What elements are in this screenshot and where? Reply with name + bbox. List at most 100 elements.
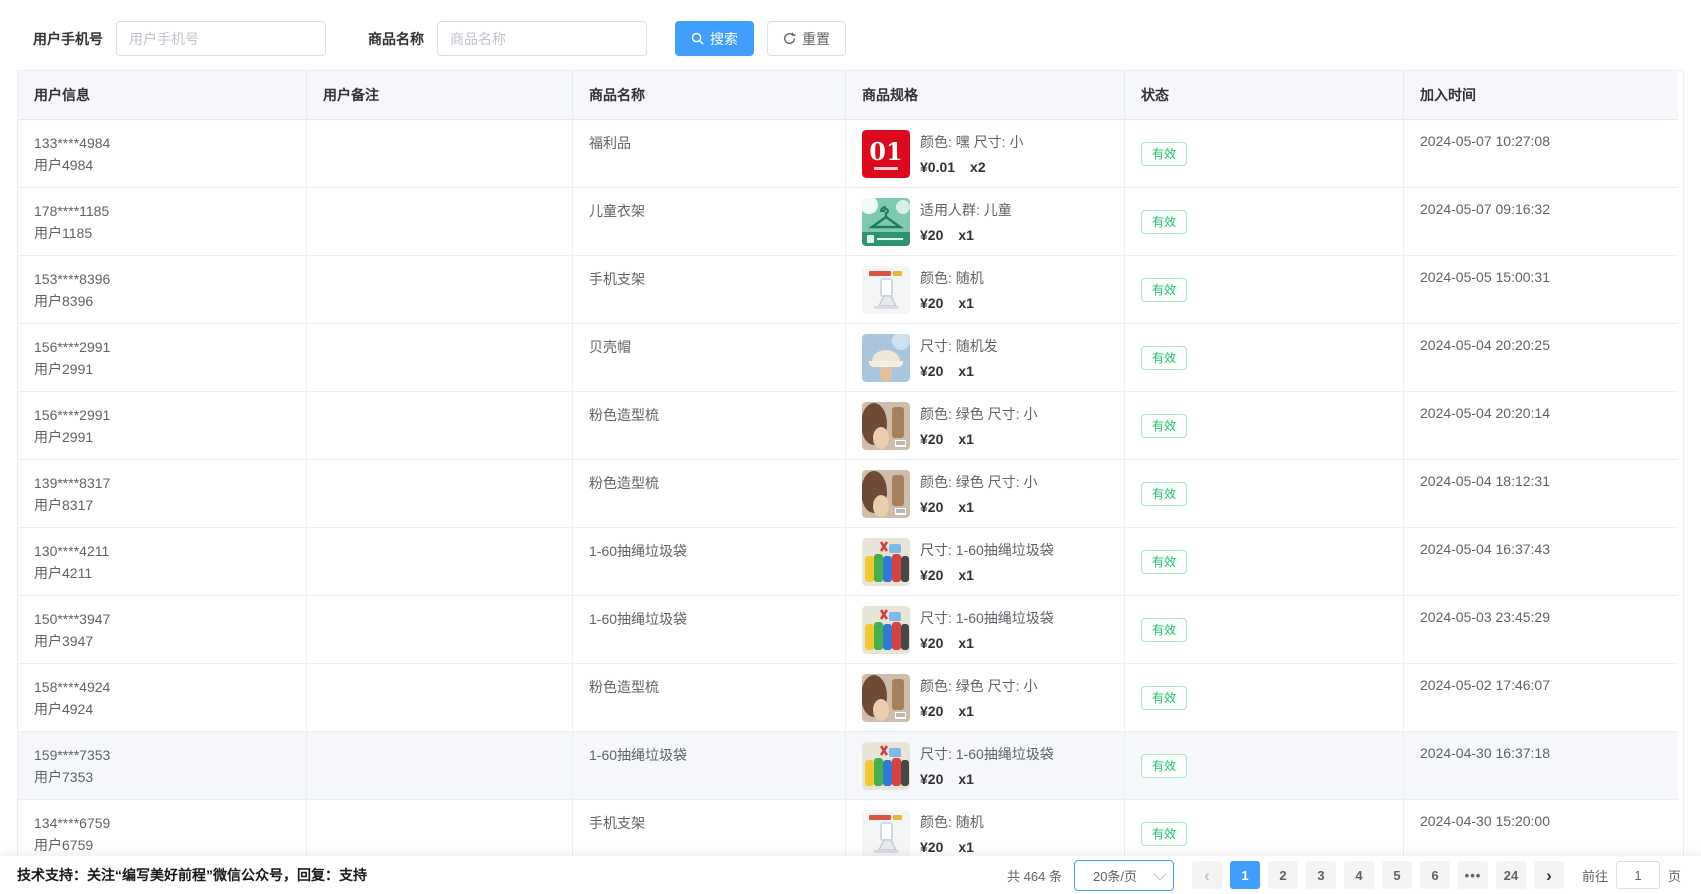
user-info-cell: 139****8317 用户8317 <box>18 460 307 528</box>
spec-text: 颜色: 嘿 尺寸: 小 <box>920 132 1023 152</box>
pager-page-6[interactable]: 6 <box>1420 861 1450 889</box>
reset-button[interactable]: 重置 <box>767 21 846 56</box>
quantity: x1 <box>958 635 974 651</box>
user-remark-cell <box>307 188 573 256</box>
col-header-product-name: 商品名称 <box>573 71 846 120</box>
status-cell: 有效 <box>1125 120 1404 188</box>
product-spec-cell: 尺寸: 1-60抽绳垃圾袋 ¥20x1 <box>846 528 1125 596</box>
user-phone: 134****6759 <box>34 813 290 834</box>
product-thumbnail[interactable] <box>862 334 910 382</box>
page-size-select[interactable]: 20条/页 <box>1074 860 1174 891</box>
product-thumbnail[interactable] <box>862 198 910 246</box>
product-thumbnail[interactable] <box>862 742 910 790</box>
pager-prev-button[interactable]: ‹ <box>1192 861 1222 889</box>
search-icon <box>691 32 704 45</box>
quantity: x2 <box>970 159 986 175</box>
spec-text: 颜色: 随机 <box>920 812 984 832</box>
user-nickname: 用户6759 <box>34 835 290 856</box>
spec-text: 颜色: 随机 <box>920 268 984 288</box>
price: ¥20 <box>920 295 943 311</box>
join-time-cell: 2024-05-07 09:16:32 <box>1404 188 1678 256</box>
table-row: 178****1185 用户1185 儿童衣架 适用人群: 儿童 ¥20x1 有… <box>18 188 1683 256</box>
price: ¥20 <box>920 431 943 447</box>
product-thumbnail[interactable] <box>862 606 910 654</box>
quantity: x1 <box>958 703 974 719</box>
search-button[interactable]: 搜索 <box>675 21 754 56</box>
status-cell: 有效 <box>1125 324 1404 392</box>
pager-page-2[interactable]: 2 <box>1268 861 1298 889</box>
user-info-cell: 158****4924 用户4924 <box>18 664 307 732</box>
pager-page-1[interactable]: 1 <box>1230 861 1260 889</box>
user-info-cell: 159****7353 用户7353 <box>18 732 307 800</box>
status-badge: 有效 <box>1141 550 1187 574</box>
join-time-cell: 2024-05-04 20:20:25 <box>1404 324 1678 392</box>
price: ¥20 <box>920 567 943 583</box>
product-spec-cell: 颜色: 绿色 尺寸: 小 ¥20x1 <box>846 460 1125 528</box>
spec-text: 尺寸: 1-60抽绳垃圾袋 <box>920 608 1054 628</box>
user-nickname: 用户4924 <box>34 699 290 720</box>
user-remark-cell <box>307 392 573 460</box>
user-info-cell: 156****2991 用户2991 <box>18 324 307 392</box>
user-remark-cell <box>307 664 573 732</box>
status-cell: 有效 <box>1125 256 1404 324</box>
goto-page-input[interactable] <box>1616 861 1660 889</box>
pager-more-button[interactable]: ••• <box>1458 861 1488 889</box>
product-name-cell: 粉色造型梳 <box>573 460 846 528</box>
join-time-cell: 2024-04-30 16:37:18 <box>1404 732 1678 800</box>
pagination: 共 464 条 20条/页 ‹ 123456 ••• 24 › 前往 页 <box>1007 860 1681 891</box>
price: ¥0.01 <box>920 159 955 175</box>
search-bar: 用户手机号 商品名称 搜索 重置 <box>0 0 1701 70</box>
price: ¥20 <box>920 839 943 855</box>
pager-next-button[interactable]: › <box>1534 861 1564 889</box>
table-row: 150****3947 用户3947 1-60抽绳垃圾袋 尺寸: 1-60抽绳垃… <box>18 596 1683 664</box>
status-cell: 有效 <box>1125 732 1404 800</box>
user-remark-cell <box>307 732 573 800</box>
product-thumbnail[interactable] <box>862 810 910 858</box>
pager-page-3[interactable]: 3 <box>1306 861 1336 889</box>
user-info-cell: 153****8396 用户8396 <box>18 256 307 324</box>
product-thumbnail[interactable] <box>862 266 910 314</box>
product-thumbnail[interactable] <box>862 402 910 450</box>
join-time-cell: 2024-05-04 18:12:31 <box>1404 460 1678 528</box>
table-row: 130****4211 用户4211 1-60抽绳垃圾袋 尺寸: 1-60抽绳垃… <box>18 528 1683 596</box>
user-phone: 150****3947 <box>34 609 290 630</box>
user-info-cell: 130****4211 用户4211 <box>18 528 307 596</box>
table-row: 159****7353 用户7353 1-60抽绳垃圾袋 尺寸: 1-60抽绳垃… <box>18 732 1683 800</box>
page-size-value: 20条/页 <box>1093 866 1137 885</box>
col-header-user-info: 用户信息 <box>18 71 307 120</box>
join-time-cell: 2024-05-05 15:00:31 <box>1404 256 1678 324</box>
product-name-input[interactable] <box>437 21 647 56</box>
product-thumbnail[interactable] <box>862 674 910 722</box>
quantity: x1 <box>958 499 974 515</box>
quantity: x1 <box>958 363 974 379</box>
status-cell: 有效 <box>1125 460 1404 528</box>
phone-input[interactable] <box>116 21 326 56</box>
price: ¥20 <box>920 227 943 243</box>
status-badge: 有效 <box>1141 210 1187 234</box>
join-time-cell: 2024-05-03 23:45:29 <box>1404 596 1678 664</box>
user-nickname: 用户4984 <box>34 155 290 176</box>
pager-last-page-button[interactable]: 24 <box>1496 861 1526 889</box>
price: ¥20 <box>920 363 943 379</box>
product-name-cell: 1-60抽绳垃圾袋 <box>573 732 846 800</box>
search-button-label: 搜索 <box>710 29 738 49</box>
pager-page-5[interactable]: 5 <box>1382 861 1412 889</box>
user-phone: 153****8396 <box>34 269 290 290</box>
product-thumbnail[interactable] <box>862 538 910 586</box>
product-thumbnail[interactable]: 01 <box>862 130 910 178</box>
spec-text: 尺寸: 1-60抽绳垃圾袋 <box>920 744 1054 764</box>
table-row: 156****2991 用户2991 粉色造型梳 颜色: 绿色 尺寸: 小 ¥2… <box>18 392 1683 460</box>
quantity: x1 <box>958 431 974 447</box>
svg-text:01: 01 <box>869 137 902 166</box>
user-remark-cell <box>307 324 573 392</box>
table-row: 133****4984 用户4984 福利品 01 颜色: 嘿 尺寸: 小 ¥0… <box>18 120 1683 188</box>
product-thumbnail[interactable] <box>862 470 910 518</box>
user-nickname: 用户3947 <box>34 631 290 652</box>
pager-page-4[interactable]: 4 <box>1344 861 1374 889</box>
table-header-row: 用户信息 用户备注 商品名称 商品规格 状态 加入时间 <box>18 71 1683 120</box>
user-info-cell: 156****2991 用户2991 <box>18 392 307 460</box>
user-info-cell: 150****3947 用户3947 <box>18 596 307 664</box>
refresh-icon <box>783 32 796 45</box>
status-badge: 有效 <box>1141 414 1187 438</box>
status-cell: 有效 <box>1125 664 1404 732</box>
